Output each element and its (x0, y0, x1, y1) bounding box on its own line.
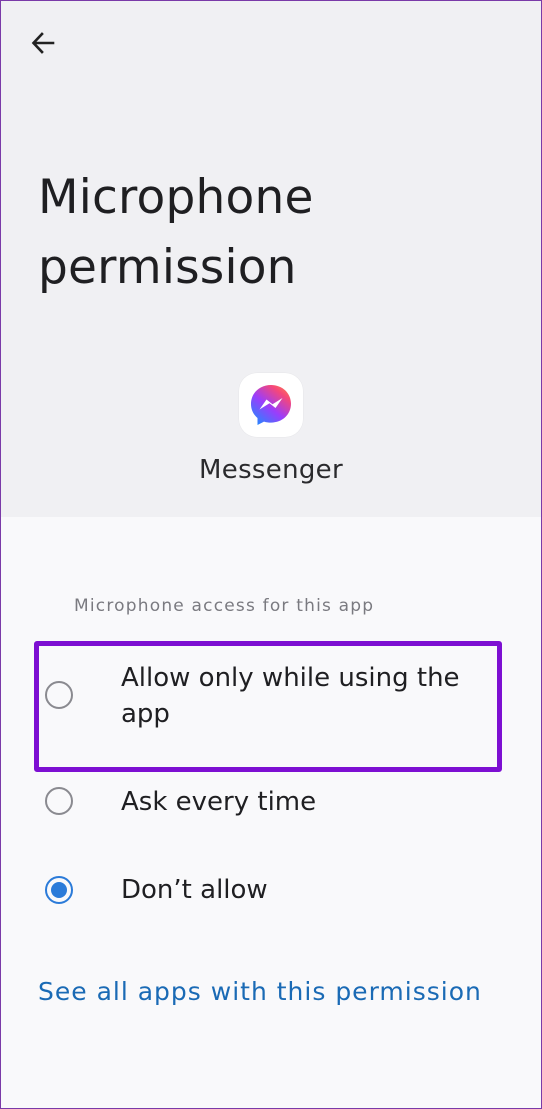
app-name: Messenger (199, 455, 343, 485)
radio-button-checked[interactable] (45, 876, 73, 904)
option-label: Allow only while using the app (121, 663, 460, 729)
radio-button[interactable] (45, 681, 73, 709)
see-all-apps-link[interactable]: See all apps with this permission (38, 977, 482, 1006)
option-label: Don’t allow (121, 875, 268, 905)
option-allow-while-using[interactable]: Allow only while using the app (40, 660, 510, 750)
app-icon (239, 373, 303, 437)
option-label: Ask every time (121, 787, 317, 817)
back-button[interactable] (22, 22, 64, 64)
arrow-left-icon (31, 32, 55, 54)
option-dont-allow[interactable]: Don’t allow (40, 872, 510, 912)
header: Microphone permission Messenger (0, 0, 542, 517)
section-label: Microphone access for this app (74, 596, 375, 616)
option-ask-every-time[interactable]: Ask every time (40, 784, 510, 824)
messenger-icon (251, 385, 291, 425)
page-title: Microphone permission (38, 170, 314, 295)
radio-button[interactable] (45, 787, 73, 815)
